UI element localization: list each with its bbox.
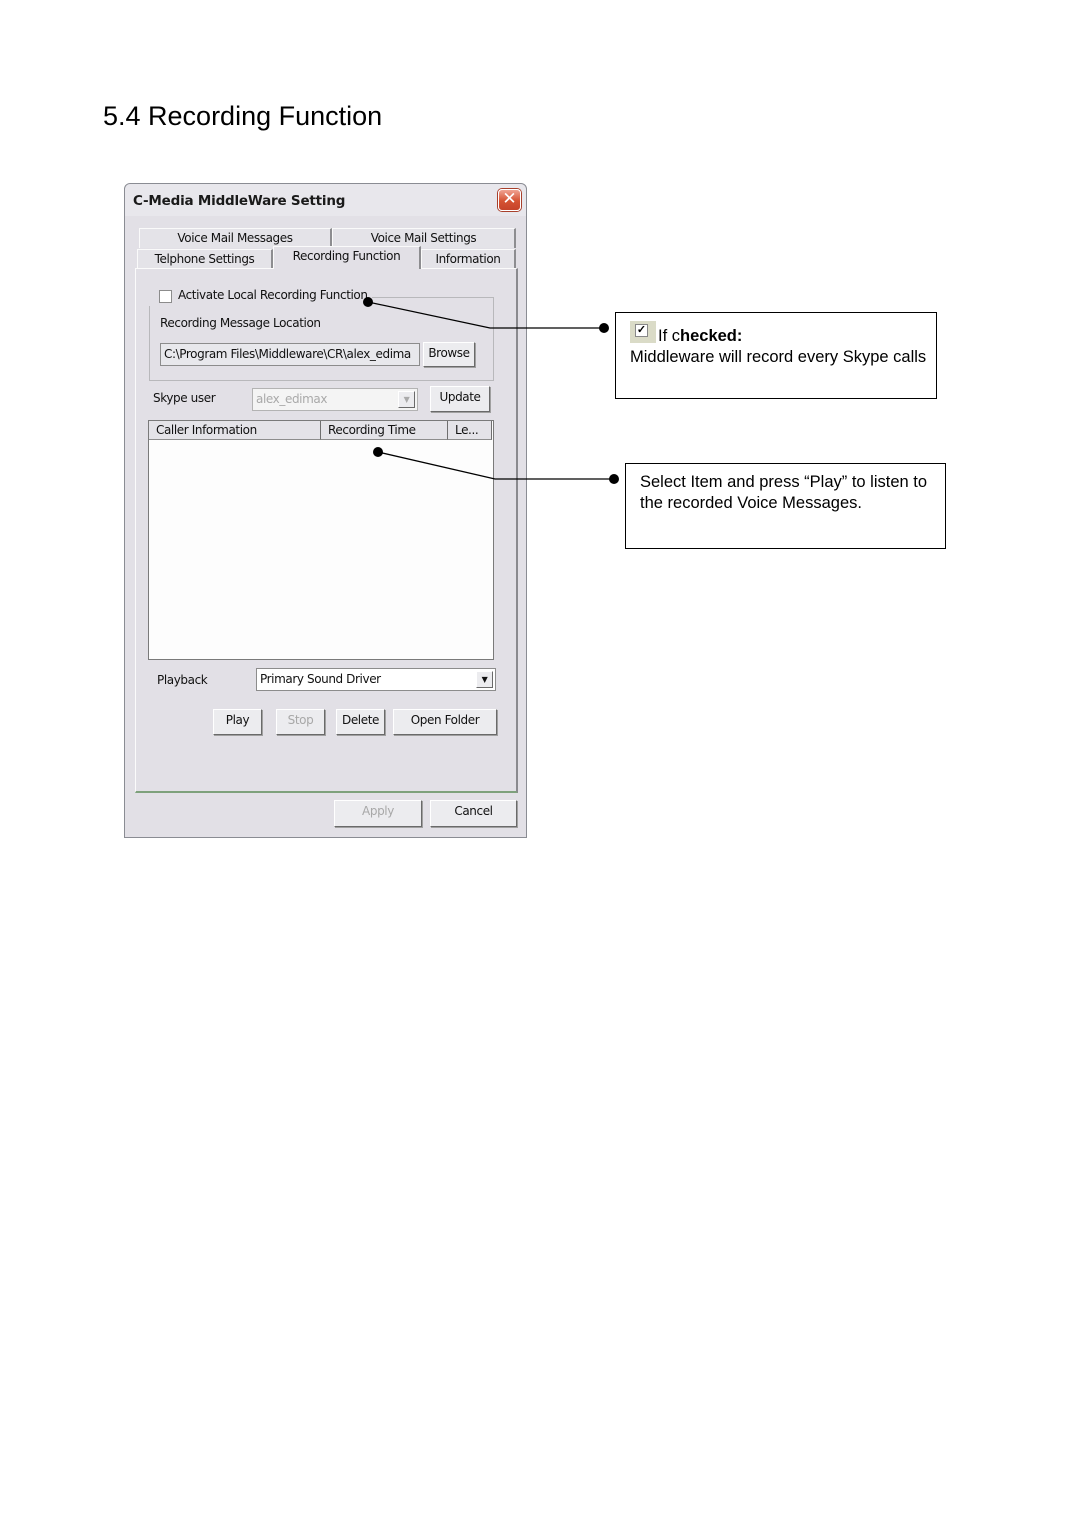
callout-heading: ✓ If checked:: [630, 321, 936, 347]
callout-text: Select Item and press “Play” to listen t…: [640, 473, 928, 512]
callout-heading-bold: hecked:: [680, 327, 743, 345]
checked-checkbox-icon: ✓: [630, 321, 656, 343]
callout-heading-prefix: If c: [658, 327, 681, 345]
leader-line-2: [373, 447, 619, 484]
callout-leader-lines: [363, 297, 619, 484]
callout-text: Middleware will record every Skype calls: [630, 348, 927, 366]
callout-play: Select Item and press “Play” to listen t…: [625, 463, 946, 549]
leader-line-1: [363, 297, 609, 333]
tab-label: Recording Function: [292, 249, 401, 263]
tab-recording-function[interactable]: Recording Function: [273, 246, 421, 269]
callout-checked: ✓ If checked: Middleware will record ever…: [615, 312, 937, 399]
